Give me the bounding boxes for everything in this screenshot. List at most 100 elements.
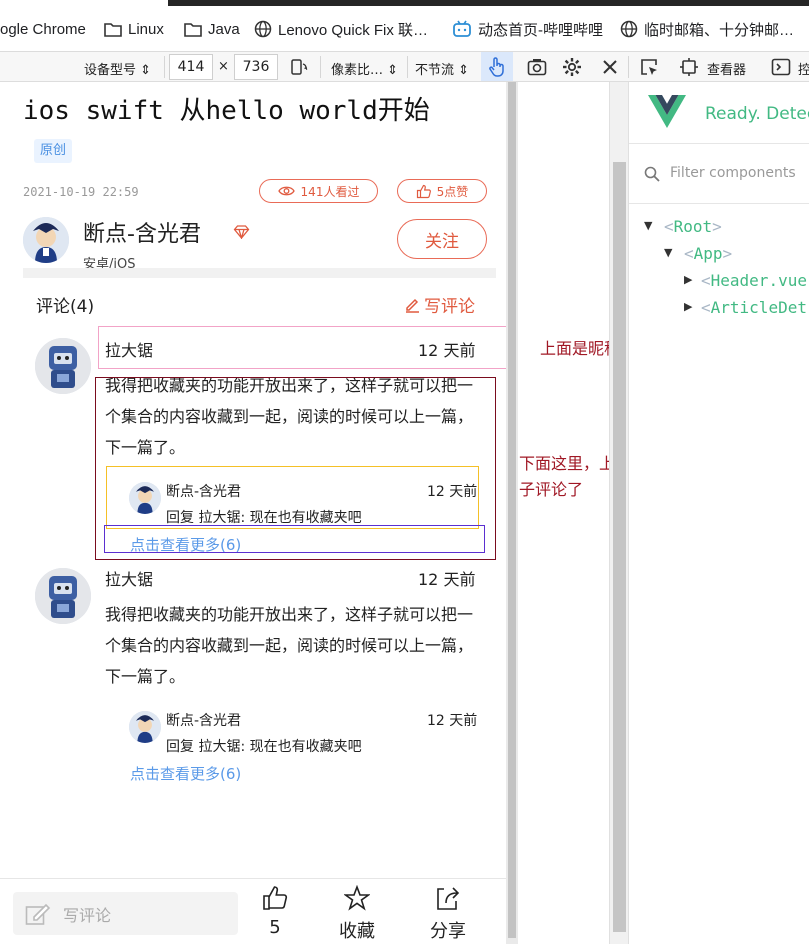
like-pill[interactable]: 5点赞 — [397, 179, 487, 203]
toolbar-separator — [164, 56, 165, 78]
viewport-scrollbar[interactable] — [506, 82, 518, 944]
collapsed-caret-icon[interactable]: ▶ — [684, 300, 692, 313]
write-comment-label: 写评论 — [424, 297, 475, 317]
tree-node-label: App — [693, 244, 723, 263]
filter-placeholder: Filter components — [670, 165, 796, 181]
bookmark-label: Linux — [128, 20, 164, 38]
tree-node-app[interactable]: <App> — [684, 244, 732, 263]
view-more-replies-link[interactable]: 点击查看更多(6) — [130, 763, 241, 784]
views-count: 141人看过 — [300, 184, 360, 199]
reply-author-name[interactable]: 断点-含光君 — [166, 710, 241, 730]
bookmark-temp-mail[interactable]: 临时邮箱、十分钟邮… — [620, 18, 794, 40]
network-throttle-select[interactable]: 不节流 ⇕ — [415, 59, 469, 78]
share-label: 分享 — [430, 921, 466, 942]
screenshot-icon[interactable] — [526, 56, 548, 78]
bookmark-java[interactable]: Java — [184, 18, 240, 40]
follow-button[interactable]: 关注 — [397, 219, 487, 259]
inspector-icon[interactable] — [678, 56, 700, 78]
reply-avatar[interactable] — [129, 711, 161, 743]
comment-body: 我得把收藏夹的功能开放出来了，这样子就可以把一个集合的内容收藏到一起，阅读的时候… — [105, 605, 474, 686]
pixel-ratio-select[interactable]: 像素比… ⇕ — [331, 59, 398, 78]
responsive-toolbar: 设备型号 ⇕ 414 × 736 像素比… ⇕ 不节流 ⇕ 查看器 控 — [0, 52, 809, 82]
panel-scrollbar[interactable] — [609, 82, 628, 944]
comment-time: 12 天前 — [418, 341, 476, 360]
folder-icon — [104, 22, 122, 37]
console-tab-label[interactable]: 控 — [798, 59, 809, 78]
write-comment-link[interactable]: 写评论 — [404, 292, 475, 317]
vue-ready-status: Ready. Detect — [705, 104, 809, 124]
author-avatar[interactable] — [23, 217, 69, 263]
scrollbar-thumb[interactable] — [613, 162, 626, 932]
tree-node-article-detail[interactable]: <ArticleDet — [701, 298, 807, 317]
reply-body: 回复 拉大锯: 现在也有收藏夹吧 — [166, 739, 362, 755]
tree-node-label: ArticleDet — [710, 298, 807, 317]
close-icon[interactable] — [599, 56, 621, 78]
vue-logo-icon — [648, 95, 686, 128]
comment-time: 12 天前 — [418, 570, 476, 589]
bottom-action-bar: 写评论 5 收藏 分享 — [0, 878, 506, 944]
share-action[interactable]: 分享 — [420, 885, 476, 943]
commenter-name[interactable]: 拉大锯 — [105, 566, 153, 590]
like-count: 5 — [269, 917, 281, 938]
touch-simulation-icon[interactable] — [486, 56, 508, 78]
inspector-tab-label[interactable]: 查看器 — [707, 59, 746, 78]
section-divider — [23, 268, 496, 278]
bookmarks-bar: ogle Chrome Linux Java Lenovo Quick Fix … — [0, 0, 809, 52]
author-name[interactable]: 断点-含光君 — [83, 216, 201, 248]
comment-input[interactable]: 写评论 — [13, 892, 238, 935]
console-icon[interactable] — [770, 56, 792, 78]
folder-icon — [184, 22, 202, 37]
tree-node-label: Root — [673, 217, 713, 236]
vue-devtools-header: Ready. Detect — [629, 82, 809, 144]
commenter-avatar[interactable] — [35, 568, 91, 624]
device-model-select[interactable]: 设备型号 ⇕ — [84, 59, 151, 78]
settings-gear-icon[interactable] — [561, 56, 583, 78]
toolbar-separator — [628, 56, 629, 78]
comment-body: 我得把收藏夹的功能开放出来了，这样子就可以把一个集合的内容收藏到一起，阅读的时候… — [105, 376, 474, 457]
reply-time: 12 天前 — [427, 713, 478, 729]
bookmark-lenovo[interactable]: Lenovo Quick Fix 联… — [254, 18, 428, 40]
eye-icon — [277, 186, 295, 196]
rotate-device-icon[interactable] — [288, 56, 310, 78]
bookmark-label: 临时邮箱、十分钟邮… — [644, 21, 795, 39]
commenter-avatar[interactable] — [35, 338, 91, 394]
comments-count-title: 评论(4) — [36, 297, 95, 317]
like-action[interactable]: 5 — [247, 885, 303, 938]
component-filter[interactable]: Filter components — [629, 144, 809, 204]
bilibili-icon — [453, 20, 471, 37]
browser-window: ogle Chrome Linux Java Lenovo Quick Fix … — [0, 0, 809, 944]
edit-icon — [25, 903, 51, 925]
collapsed-caret-icon[interactable]: ▶ — [684, 273, 692, 286]
tree-node-header[interactable]: <Header.vue — [701, 271, 807, 290]
view-more-replies-link[interactable]: 点击查看更多(6) — [130, 534, 241, 555]
bookmark-label: ogle Chrome — [0, 20, 86, 38]
element-picker-icon[interactable] — [638, 56, 660, 78]
scrollbar-thumb[interactable] — [508, 82, 516, 938]
reply-author-name[interactable]: 断点-含光君 — [166, 481, 241, 501]
viewport-height-input[interactable]: 736 — [234, 54, 278, 80]
article-title: ios swift 从hello world开始 — [23, 96, 430, 126]
share-icon — [437, 887, 460, 910]
original-badge: 原创 — [34, 139, 73, 163]
bookmark-bilibili[interactable]: 动态首页-哔哩哔哩 — [452, 18, 603, 40]
tree-node-label: Header.vue — [710, 271, 807, 290]
mobile-viewport: ios swift 从hello world开始 原创 2021-10-19 2… — [0, 82, 506, 944]
globe-icon — [620, 20, 638, 38]
expand-caret-icon[interactable]: ▼ — [664, 246, 672, 259]
publish-date: 2021-10-19 22:59 — [23, 185, 139, 199]
views-pill: 141人看过 — [259, 179, 378, 203]
bookmark-linux[interactable]: Linux — [104, 18, 164, 40]
reply-body: 回复 拉大锯: 现在也有收藏夹吧 — [166, 510, 362, 526]
reply-time: 12 天前 — [427, 484, 478, 500]
likes-count: 5点赞 — [436, 184, 469, 199]
viewport-width-input[interactable]: 414 — [169, 54, 213, 80]
search-icon — [644, 166, 660, 182]
comment-input-placeholder: 写评论 — [63, 905, 112, 925]
thumbs-up-icon — [416, 184, 431, 198]
favorite-action[interactable]: 收藏 — [329, 885, 385, 943]
tree-node-root[interactable]: <Root> — [664, 217, 722, 236]
bookmark-chrome[interactable]: ogle Chrome — [0, 18, 86, 40]
commenter-name[interactable]: 拉大锯 — [105, 337, 153, 361]
reply-avatar[interactable] — [129, 482, 161, 514]
expand-caret-icon[interactable]: ▼ — [644, 219, 652, 232]
